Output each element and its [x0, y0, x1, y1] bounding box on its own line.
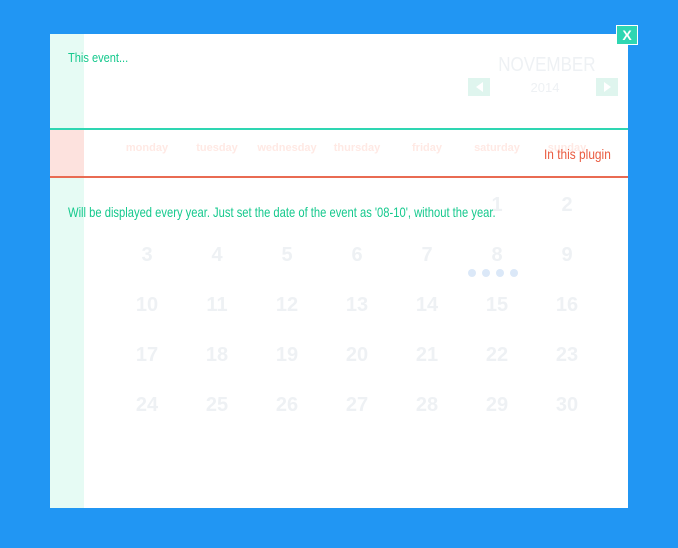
calendar-day[interactable]: 26 [252, 394, 322, 417]
event-dot [482, 269, 490, 277]
event-dot [468, 269, 476, 277]
event-description: Will be displayed every year. Just set t… [68, 204, 496, 220]
calendar-day[interactable]: 23 [532, 344, 602, 367]
calendar-day[interactable]: 30 [532, 394, 602, 417]
calendar-day[interactable]: 24 [112, 394, 182, 417]
calendar-day[interactable]: 5 [252, 244, 322, 267]
divider-teal [50, 128, 628, 130]
close-button[interactable]: X [616, 25, 638, 45]
calendar-day[interactable]: 2 [532, 194, 602, 217]
calendar-day[interactable]: 21 [392, 344, 462, 367]
calendar-day[interactable]: 12 [252, 294, 322, 317]
weekday-label: friday [412, 142, 442, 154]
event-dot [510, 269, 518, 277]
left-strip [50, 34, 84, 508]
next-month-button[interactable] [596, 78, 618, 96]
calendar-month: NOVEMBER [498, 54, 596, 76]
calendar-day[interactable]: 7 [392, 244, 462, 267]
weekday-label: tuesday [196, 142, 238, 154]
calendar-day[interactable]: 6 [322, 244, 392, 267]
calendar-day[interactable]: 9 [532, 244, 602, 267]
weekday-header: monday tuesday wednesday thursday friday… [112, 142, 602, 162]
event-dot [496, 269, 504, 277]
weekday-label: monday [125, 142, 169, 154]
calendar-day[interactable]: 4 [182, 244, 252, 267]
prev-month-button[interactable] [468, 78, 490, 96]
weekday-label: wednesday [257, 142, 317, 154]
calendar-day[interactable]: 15 [462, 294, 532, 317]
calendar-day[interactable]: 13 [322, 294, 392, 317]
calendar-day[interactable]: 28 [392, 394, 462, 417]
event-tooltip-panel: 1 2 3 4 5 6 7 8 9 10 11 12 13 14 15 16 1… [50, 34, 628, 508]
calendar-day[interactable]: 17 [112, 344, 182, 367]
calendar-day[interactable]: 16 [532, 294, 602, 317]
calendar-day[interactable]: 3 [112, 244, 182, 267]
triangle-right-icon [603, 82, 611, 92]
divider-orange [50, 176, 628, 178]
event-title: This event... [68, 50, 129, 65]
event-indicator-dots [468, 269, 518, 277]
plugin-label: In this plugin [544, 146, 611, 162]
calendar-grid: 1 2 3 4 5 6 7 8 9 10 11 12 13 14 15 16 1… [112, 34, 602, 508]
calendar-day[interactable]: 8 [462, 244, 532, 267]
calendar-day[interactable]: 29 [462, 394, 532, 417]
calendar-year: 2014 [530, 80, 560, 95]
calendar-day[interactable]: 19 [252, 344, 322, 367]
calendar-day[interactable]: 11 [182, 294, 252, 317]
calendar-day[interactable]: 25 [182, 394, 252, 417]
calendar-day[interactable]: 22 [462, 344, 532, 367]
left-strip-highlight [50, 129, 84, 177]
triangle-left-icon [475, 82, 483, 92]
calendar-day[interactable]: 27 [322, 394, 392, 417]
weekday-label: thursday [333, 142, 381, 154]
calendar-day[interactable]: 10 [112, 294, 182, 317]
calendar-day[interactable]: 14 [392, 294, 462, 317]
weekday-label: saturday [474, 142, 520, 154]
calendar-day[interactable]: 18 [182, 344, 252, 367]
calendar-day[interactable]: 20 [322, 344, 392, 367]
